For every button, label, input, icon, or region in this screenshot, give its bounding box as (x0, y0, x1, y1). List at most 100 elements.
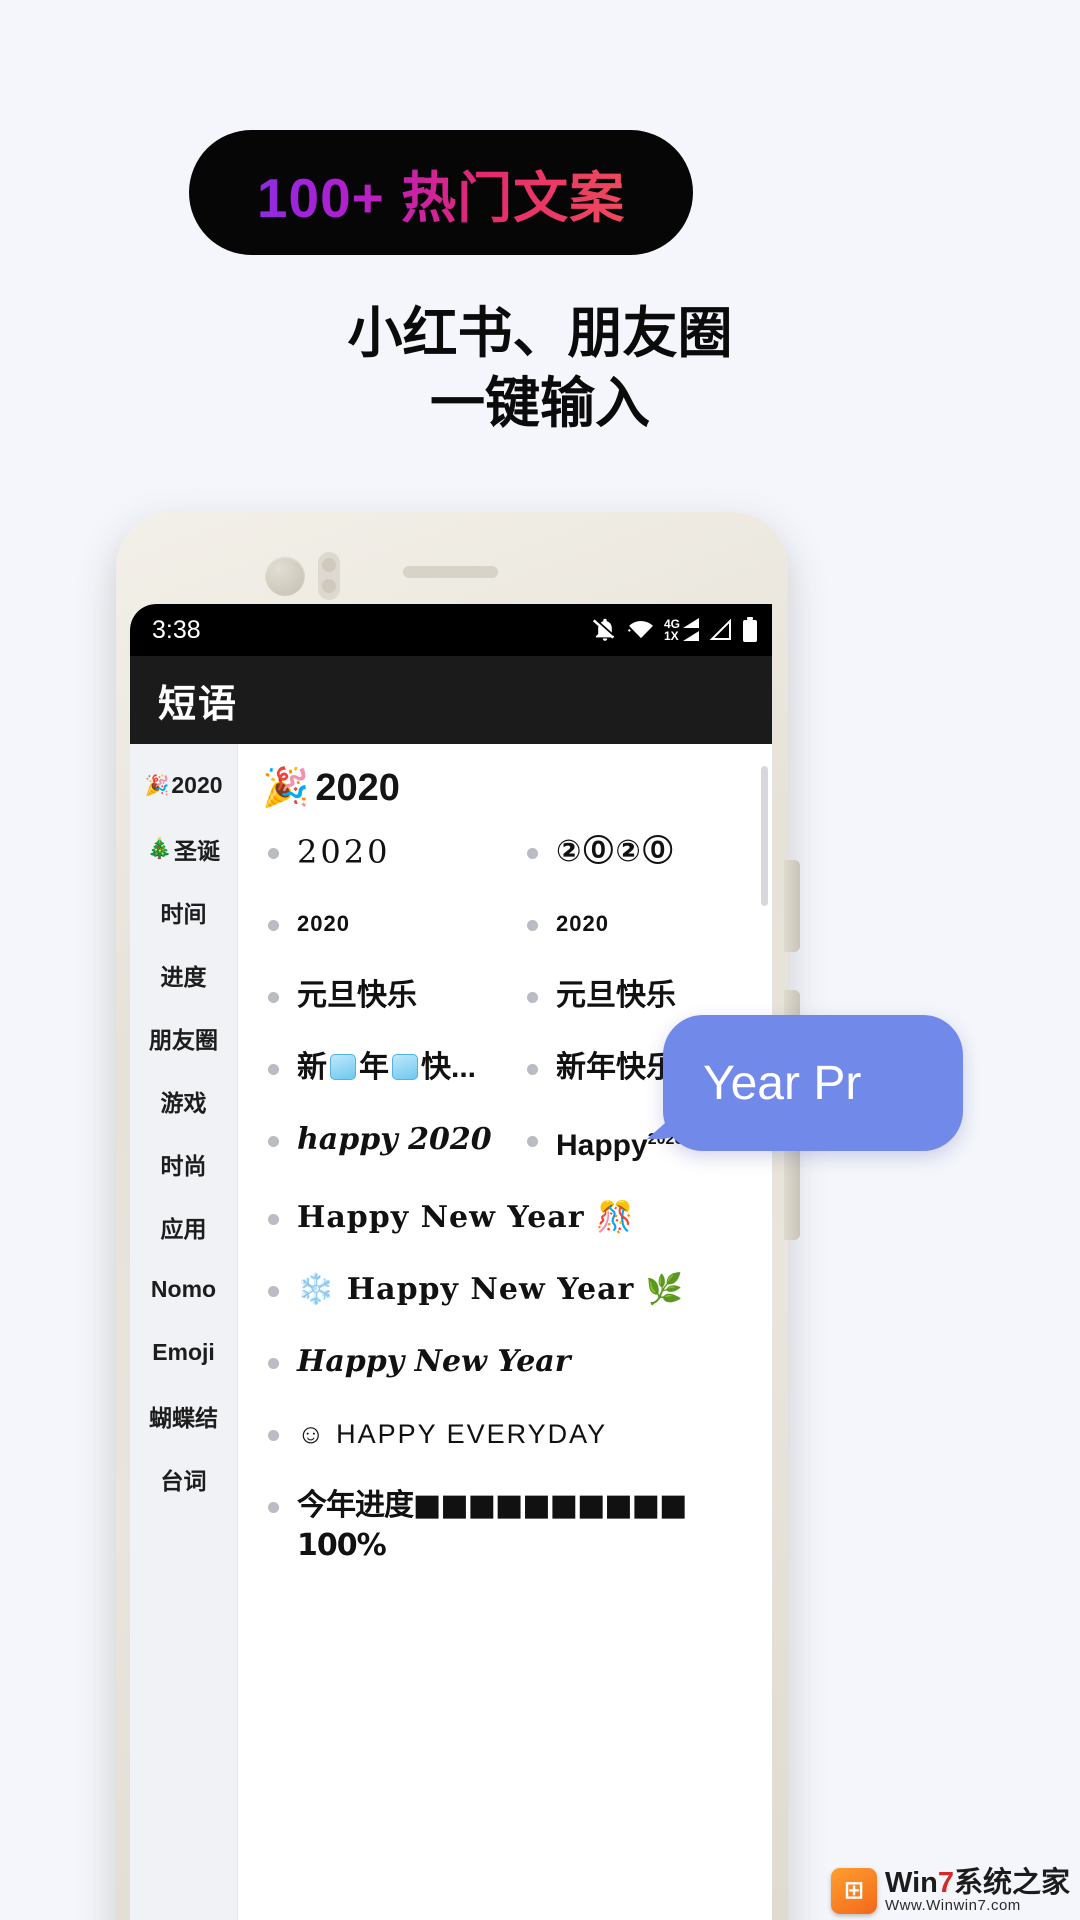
phrase-text: Happy New Year 🎊 (297, 1200, 635, 1235)
blue-block-icon (330, 1054, 356, 1080)
party-popper-icon: 🎉 (144, 775, 170, 797)
sidebar-item-label: 蝴蝶结 (149, 1404, 218, 1431)
bullet-icon (268, 1286, 279, 1297)
sidebar-item-2020[interactable]: 🎉 2020 (130, 754, 237, 817)
sidebar-item-label: Nomo (150, 1276, 217, 1302)
speech-bubble-text: Year Pr (703, 1056, 862, 1110)
phrase-text: 新年快乐 (556, 1051, 676, 1084)
phrase-item[interactable]: ❄️ Happy New Year 🌿 (254, 1254, 772, 1326)
wifi-icon (627, 617, 655, 643)
phrase-item[interactable]: 2020 (254, 816, 513, 888)
phrase-item[interactable]: Happy New Year (254, 1326, 772, 1398)
sidebar-item-label: 进度 (160, 963, 207, 990)
phrase-rows: 2020 ②⓪②⓪ 2020 2020 元旦快乐 元旦快乐 新 年 快... 新… (248, 816, 772, 1582)
phrase-item[interactable]: 新年快... (254, 1032, 513, 1104)
phrase-item[interactable]: 今年进度■■■■■■■■■■ 100% (254, 1470, 772, 1582)
watermark-text: Win7系统之家 Www.Winwin7.com (885, 1868, 1070, 1914)
network-label-secondary: 1X (663, 629, 679, 643)
bullet-icon (268, 1358, 279, 1369)
phrase-item[interactable]: 2020 (254, 888, 513, 960)
sidebar-item-games[interactable]: 游戏 (130, 1069, 237, 1132)
promo-subtitle-line2: 一键输入 (429, 372, 650, 434)
bullet-icon (527, 1064, 538, 1075)
status-icon-group: 4G 1X (592, 617, 758, 643)
phrase-text: 2020 (297, 833, 391, 871)
table-row: 2020 ②⓪②⓪ (254, 816, 772, 888)
phone-screen: 3:38 4G 1X 短语 🎉 2020 🎄 圣诞 时间 进度 朋友圈 游戏 时… (130, 604, 772, 1920)
sidebar-item-time[interactable]: 时间 (130, 880, 237, 943)
sidebar-item-bowtie[interactable]: 蝴蝶结 (130, 1384, 237, 1447)
signal-4g-icon: 4G 1X (664, 617, 700, 643)
sidebar-item-apps[interactable]: 应用 (130, 1195, 237, 1258)
bullet-icon (268, 1502, 279, 1513)
watermark-brand-prefix: Win (884, 1866, 938, 1899)
app-bar: 短语 (130, 656, 772, 744)
bullet-icon (268, 1064, 279, 1075)
phrase-text: 元旦快乐 (297, 979, 417, 1012)
app-title: 短语 (158, 683, 239, 726)
table-row: ☺ HAPPY EVERYDAY (254, 1398, 772, 1470)
sidebar-item-label: 朋友圈 (149, 1026, 218, 1053)
watermark-url: Www.Winwin7.com (884, 1897, 1021, 1915)
phrase-text: happy 2020 (297, 1122, 492, 1157)
earpiece-speaker (403, 566, 498, 578)
phrase-text: 今年进度■■■■■■■■■■ 100% (297, 1488, 687, 1563)
proximity-sensor-icon (318, 552, 340, 600)
sidebar-item-fashion[interactable]: 时尚 (130, 1132, 237, 1195)
page-root: 100+ 热门文案 小红书、朋友圈 一键输入 3:38 4G 1X 短语 🎉 2… (0, 0, 1080, 1920)
bullet-icon (527, 1136, 538, 1147)
sidebar-item-progress[interactable]: 进度 (130, 943, 237, 1006)
battery-icon (742, 617, 758, 643)
watermark: ⊞ Win7系统之家 Www.Winwin7.com (830, 1867, 1070, 1914)
phrase-text: 新年快... (297, 1051, 477, 1084)
phrase-text: 元旦快乐 (556, 979, 676, 1012)
watermark-brand-suffix: 系统之家 (953, 1866, 1070, 1899)
promo-subtitle-line1: 小红书、朋友圈 (347, 302, 733, 364)
status-bar: 3:38 4G 1X (130, 604, 772, 656)
phrase-item[interactable]: 2020 (513, 888, 772, 960)
watermark-brand: Win7系统之家 (885, 1868, 1070, 1898)
table-row: Happy New Year (254, 1326, 772, 1398)
sidebar-item-label: Emoji (152, 1339, 215, 1365)
phrase-item[interactable]: ②⓪②⓪ (513, 816, 772, 888)
phrase-item[interactable]: ☺ HAPPY EVERYDAY (254, 1398, 772, 1470)
promo-badge: 100+ 热门文案 (189, 130, 693, 255)
phrase-text: Happy New Year (297, 1344, 571, 1379)
bullet-icon (527, 992, 538, 1003)
sidebar-item-label: 台词 (160, 1467, 207, 1494)
sidebar-item-christmas[interactable]: 🎄 圣诞 (130, 817, 237, 880)
phrase-list-panel[interactable]: 🎉 2020 2020 ②⓪②⓪ 2020 2020 元旦快乐 元旦快乐 新 年… (238, 744, 772, 1920)
sidebar-item-emoji[interactable]: Emoji (130, 1321, 237, 1384)
phone-volume-button[interactable] (784, 860, 800, 952)
bullet-icon (268, 1136, 279, 1147)
phrase-text: 2020 (556, 911, 609, 936)
phrase-text: 2020 (297, 911, 350, 936)
phrase-item[interactable]: happy 2020 (254, 1104, 513, 1182)
windows-logo-icon: ⊞ (830, 1867, 877, 1914)
sidebar-item-label: 时尚 (160, 1152, 207, 1179)
phrase-item[interactable]: 元旦快乐 (254, 960, 513, 1032)
bullet-icon (527, 848, 538, 859)
category-sidebar[interactable]: 🎉 2020 🎄 圣诞 时间 进度 朋友圈 游戏 时尚 应用 Nomo Emoj… (130, 744, 238, 1920)
section-title: 2020 (315, 766, 400, 809)
phrase-text: ②⓪②⓪ (556, 835, 675, 868)
table-row: 2020 2020 (254, 888, 772, 960)
sidebar-item-lines[interactable]: 台词 (130, 1447, 237, 1510)
sidebar-item-label: 圣诞 (173, 837, 220, 864)
status-clock: 3:38 (152, 615, 201, 644)
sidebar-item-label: 2020 (171, 772, 223, 798)
speech-bubble: Year Pr (663, 1015, 963, 1151)
phrase-item[interactable]: Happy New Year 🎊 (254, 1182, 772, 1254)
bullet-icon (268, 992, 279, 1003)
sidebar-item-nomo[interactable]: Nomo (130, 1258, 237, 1321)
signal-triangle-icon (709, 618, 733, 642)
blue-block-icon (392, 1054, 418, 1080)
sidebar-item-label: 游戏 (160, 1089, 207, 1116)
phrase-text: ❄️ Happy New Year 🌿 (297, 1272, 685, 1307)
sidebar-item-moments[interactable]: 朋友圈 (130, 1006, 237, 1069)
app-body: 🎉 2020 🎄 圣诞 时间 进度 朋友圈 游戏 时尚 应用 Nomo Emoj… (130, 744, 772, 1920)
content-scrollbar[interactable] (761, 766, 768, 906)
bullet-icon (268, 1214, 279, 1225)
table-row: ❄️ Happy New Year 🌿 (254, 1254, 772, 1326)
sidebar-item-label: 应用 (160, 1215, 207, 1242)
